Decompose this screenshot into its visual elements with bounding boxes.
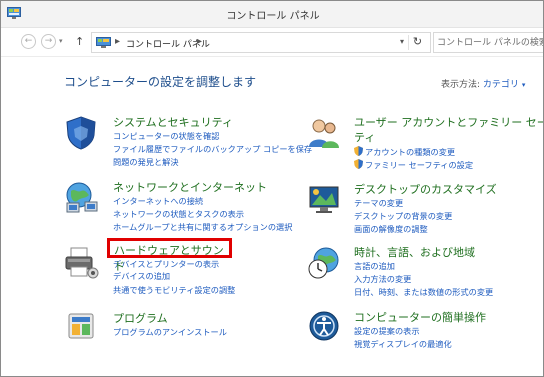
link-settings-suggestions[interactable]: 設定の提案の表示	[354, 325, 420, 337]
page-heading: コンピューターの設定を調整します	[64, 75, 257, 89]
link-change-account-type[interactable]: アカウントの種類の変更	[354, 146, 455, 158]
printer-icon[interactable]	[63, 244, 99, 280]
title-bar: コントロール パネル	[1, 1, 543, 28]
recent-locations-icon[interactable]: ▾	[59, 37, 63, 45]
link-connect-internet[interactable]: インターネットへの接続	[113, 195, 203, 207]
window-title: コントロール パネル	[226, 11, 320, 22]
link-change-background[interactable]: デスクトップの背景の変更	[354, 210, 452, 222]
refresh-button[interactable]: ↻	[408, 35, 426, 50]
control-panel-window: コントロール パネル ← → ▾ ↑ ▸ コントロール パネル ▸ ▾ ↻ コン…	[0, 0, 544, 377]
chevron-down-icon[interactable]: ▾	[522, 81, 526, 89]
uac-shield-icon	[354, 159, 363, 169]
link-network-status-tasks[interactable]: ネットワークの状態とタスクの表示	[113, 208, 244, 220]
category-title-desktop-customization[interactable]: デスクトップのカスタマイズ	[354, 181, 497, 197]
link-optimize-visual-display[interactable]: 視覚ディスプレイの最適化	[354, 338, 452, 350]
programs-icon[interactable]	[63, 308, 99, 344]
link-find-fix-problems[interactable]: 問題の発見と解決	[113, 156, 179, 168]
category-title-clock-language-region[interactable]: 時計、言語、および地域	[354, 244, 475, 260]
ease-of-access-icon[interactable]	[306, 308, 342, 344]
link-label[interactable]: ファミリー セーフティの設定	[365, 160, 473, 170]
category-title-ease-of-access[interactable]: コンピューターの簡単操作	[354, 309, 486, 325]
address-bar[interactable]: ▸ コントロール パネル ▸ ▾ ↻	[91, 32, 431, 53]
navigation-bar: ← → ▾ ↑ ▸ コントロール パネル ▸ ▾ ↻	[1, 28, 543, 57]
highlight-annotation: ハードウェアとサウンド	[107, 238, 232, 273]
users-icon[interactable]	[306, 115, 342, 151]
link-label[interactable]: アカウントの種類の変更	[365, 147, 455, 157]
view-by-control: 表示方法: カテゴリ ▾	[441, 77, 525, 90]
link-uninstall-program[interactable]: プログラムのアンインストール	[113, 326, 227, 338]
category-title-system-security[interactable]: システムとセキュリティ	[113, 114, 233, 130]
link-family-safety[interactable]: ファミリー セーフティの設定	[354, 159, 473, 171]
back-button[interactable]: ←	[21, 34, 36, 49]
breadcrumb-separator-icon[interactable]: ▸	[115, 36, 120, 47]
view-by-label: 表示方法:	[441, 80, 481, 90]
link-check-computer-status[interactable]: コンピューターの状態を確認	[113, 130, 219, 142]
link-adjust-resolution[interactable]: 画面の解像度の調整	[354, 223, 428, 235]
uac-shield-icon	[354, 146, 363, 156]
desktop-icon[interactable]	[306, 181, 342, 217]
breadcrumb-separator-icon[interactable]: ▸	[197, 36, 202, 47]
link-mobility-settings[interactable]: 共通で使うモビリティ設定の調整	[113, 284, 235, 296]
network-globe-icon[interactable]	[63, 179, 99, 215]
category-title-hardware-sound[interactable]: ハードウェアとサウンド	[114, 242, 229, 274]
link-change-date-format[interactable]: 日付、時刻、または数値の形式の変更	[354, 286, 493, 298]
link-file-history-backup[interactable]: ファイル履歴でファイルのバックアップ コピーを保存	[113, 143, 312, 155]
view-by-dropdown[interactable]: カテゴリ	[483, 80, 519, 90]
control-panel-icon	[96, 37, 111, 48]
shield-icon[interactable]	[63, 115, 99, 151]
category-title-network-internet[interactable]: ネットワークとインターネット	[113, 179, 267, 195]
link-add-language[interactable]: 言語の追加	[354, 260, 395, 272]
category-title-programs[interactable]: プログラム	[113, 310, 168, 326]
category-title-user-accounts[interactable]: ユーザー アカウントとファミリー セーフ	[354, 114, 543, 130]
link-homegroup-sharing-options[interactable]: ホームグループと共有に関するオプションの選択	[113, 221, 292, 233]
search-box[interactable]	[433, 32, 543, 53]
search-input[interactable]	[437, 33, 543, 52]
forward-button[interactable]: →	[41, 34, 56, 49]
category-title-user-accounts-line2[interactable]: ティ	[354, 129, 375, 145]
address-dropdown-icon[interactable]: ▾	[400, 37, 404, 46]
clock-globe-icon[interactable]	[306, 244, 342, 280]
link-change-input-method[interactable]: 入力方法の変更	[354, 273, 411, 285]
link-change-theme[interactable]: テーマの変更	[354, 197, 403, 209]
up-button[interactable]: ↑	[75, 35, 84, 48]
